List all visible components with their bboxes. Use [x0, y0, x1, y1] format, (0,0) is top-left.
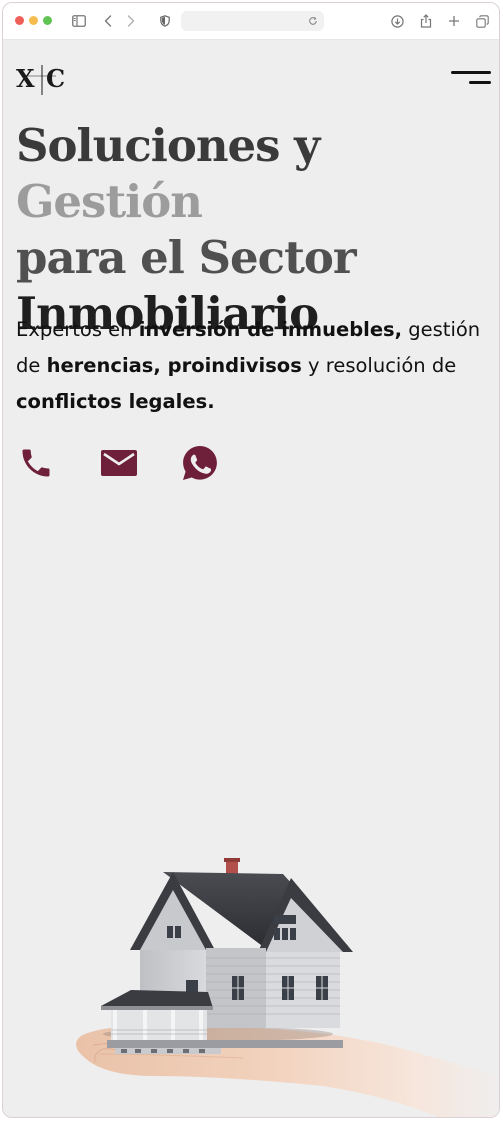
new-tab-icon[interactable]	[446, 11, 462, 31]
hero-title: Soluciones y Gestión para el Sector Inmobi…	[16, 118, 496, 342]
menu-line-bottom	[469, 81, 491, 84]
hamburger-menu-icon[interactable]	[451, 68, 491, 90]
phone-icon[interactable]	[17, 444, 55, 482]
hero-title-part3: para el Sector	[16, 231, 357, 284]
shield-icon[interactable]	[158, 11, 172, 31]
page-content: X C Soluciones y Gestión para el Sector In…	[3, 40, 499, 1117]
close-window-button[interactable]	[15, 16, 24, 25]
svg-text:C: C	[46, 64, 65, 93]
subtitle-text-1: Expertos en	[16, 318, 139, 341]
share-icon[interactable]	[418, 11, 434, 31]
minimize-window-button[interactable]	[29, 16, 38, 25]
back-icon[interactable]	[101, 11, 115, 31]
subtitle-text-3: y resolución de	[301, 354, 457, 377]
svg-text:X: X	[16, 64, 35, 93]
subtitle-bold-1: inversión de inmuebles,	[138, 318, 403, 341]
address-bar[interactable]	[181, 11, 324, 31]
subtitle-bold-3: conflictos legales.	[16, 390, 215, 413]
download-icon[interactable]	[389, 11, 405, 31]
browser-window: X C Soluciones y Gestión para el Sector In…	[2, 2, 500, 1118]
tabs-overview-icon[interactable]	[474, 11, 490, 31]
whatsapp-icon[interactable]	[181, 444, 219, 482]
hero-title-part2: Gestión	[16, 175, 203, 228]
site-logo[interactable]: X C	[16, 63, 68, 97]
house-on-hand-image	[3, 840, 499, 1117]
hero-subtitle: Expertos en inversión de inmuebles, gest…	[16, 312, 486, 420]
email-icon[interactable]	[100, 444, 138, 482]
hero-title-part1: Soluciones y	[16, 119, 320, 172]
menu-line-top	[451, 71, 491, 74]
reload-icon[interactable]	[306, 14, 320, 28]
zoom-window-button[interactable]	[43, 16, 52, 25]
forward-icon[interactable]	[124, 11, 138, 31]
browser-toolbar	[3, 3, 499, 40]
subtitle-bold-2: herencias, proindivisos	[46, 354, 302, 377]
sidebar-icon[interactable]	[70, 11, 88, 31]
